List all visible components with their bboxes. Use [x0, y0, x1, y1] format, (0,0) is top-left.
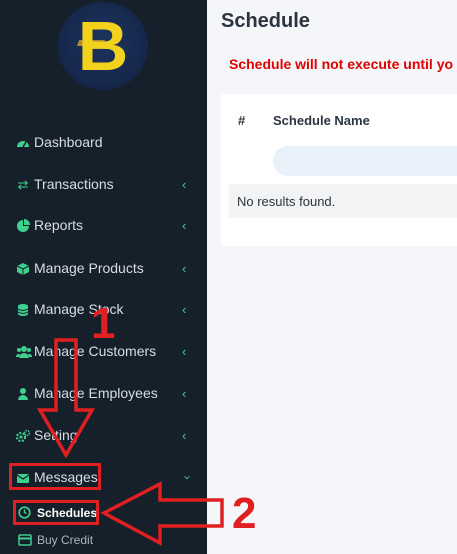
- reports-icon: [16, 219, 30, 233]
- sidebar-item-label: Manage Employees: [34, 385, 158, 401]
- sidebar-item-manage-employees[interactable]: Manage Employees ‹: [0, 379, 207, 409]
- sidebar-item-label: Transactions: [34, 176, 114, 192]
- products-icon: [16, 262, 30, 276]
- sidebar-item-reports[interactable]: Reports ‹: [0, 211, 207, 241]
- main-content: Schedule Schedule will not execute until…: [207, 0, 457, 554]
- chevron-left-icon: ‹: [182, 344, 187, 359]
- dashboard-icon: [16, 136, 30, 150]
- sidebar-item-label: Reports: [34, 217, 84, 233]
- chevron-left-icon: ‹: [182, 261, 187, 276]
- schedules-highlight-box: [13, 500, 99, 525]
- chevron-left-icon: ‹: [182, 386, 187, 401]
- logo-letter: B: [77, 7, 129, 85]
- sidebar-item-label: Manage Customers: [34, 343, 157, 359]
- table-header-schedule-name[interactable]: Schedule Name: [273, 113, 370, 128]
- schedule-name-filter-input[interactable]: [273, 146, 457, 176]
- settings-icon: [15, 429, 31, 443]
- table-row-empty: No results found.: [229, 184, 457, 218]
- brand-logo[interactable]: B: [58, 2, 148, 90]
- sidebar-subitem-label: Buy Credit: [37, 533, 94, 547]
- chevron-down-icon: ‹: [178, 475, 194, 480]
- sidebar-item-setting[interactable]: Setting ‹: [0, 421, 207, 451]
- chevron-left-icon: ‹: [182, 218, 187, 233]
- sidebar-item-manage-stock[interactable]: Manage Stock ‹: [0, 295, 207, 325]
- messages-highlight-box: [9, 463, 101, 490]
- sidebar-item-label: Setting: [34, 427, 78, 443]
- sidebar-item-label: Manage Stock: [34, 301, 124, 317]
- customers-icon: [15, 345, 33, 359]
- schedule-table-card: # Schedule Name No results found.: [221, 94, 457, 246]
- page-title: Schedule: [221, 10, 310, 32]
- transactions-icon: ⇄: [17, 177, 29, 192]
- sidebar-item-label: Dashboard: [34, 134, 103, 150]
- sidebar: B Dashboard ⇄ Transactions ‹ Reports ‹ M…: [0, 0, 207, 554]
- table-header-index: #: [238, 113, 246, 128]
- sidebar-item-label: Manage Products: [34, 260, 144, 276]
- chevron-left-icon: ‹: [182, 302, 187, 317]
- stock-icon: [16, 303, 30, 317]
- empty-results-text: No results found.: [237, 194, 336, 209]
- chevron-left-icon: ‹: [182, 428, 187, 443]
- sidebar-item-dashboard[interactable]: Dashboard: [0, 128, 207, 158]
- chevron-left-icon: ‹: [182, 177, 187, 192]
- sidebar-item-manage-products[interactable]: Manage Products ‹: [0, 254, 207, 284]
- sidebar-item-manage-customers[interactable]: Manage Customers ‹: [0, 337, 207, 367]
- employees-icon: [16, 387, 30, 401]
- warning-message: Schedule will not execute until yo: [229, 56, 454, 72]
- sidebar-subitem-buy-credit[interactable]: Buy Credit: [0, 528, 207, 552]
- sidebar-item-transactions[interactable]: ⇄ Transactions ‹: [0, 170, 207, 200]
- credit-card-icon: [18, 534, 32, 549]
